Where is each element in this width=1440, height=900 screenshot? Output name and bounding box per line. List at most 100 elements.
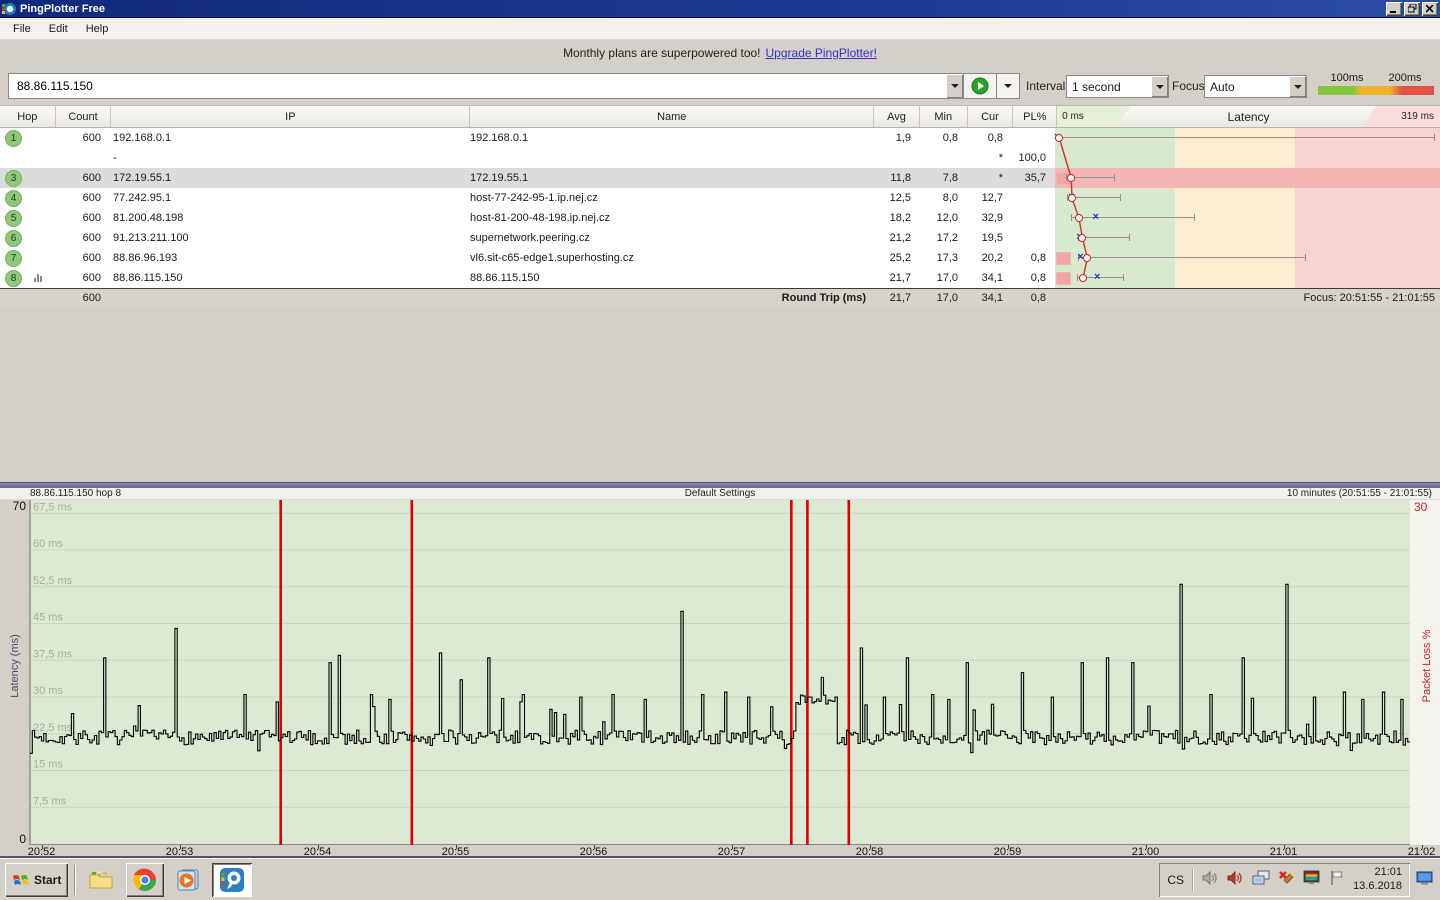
col-hop[interactable]: Hop xyxy=(0,106,56,127)
legend-100ms: 100ms xyxy=(1330,72,1363,84)
cur-cell: * xyxy=(967,168,1012,188)
col-ip[interactable]: IP xyxy=(111,106,470,127)
tray-date: 13.6.2018 xyxy=(1353,880,1402,893)
play-icon xyxy=(971,77,989,95)
focus-range-text: Focus: 20:51:55 - 21:01:55 xyxy=(1055,289,1440,307)
cur-cell: 32,9 xyxy=(967,208,1012,228)
quick-launch-folder[interactable] xyxy=(82,863,122,897)
latency-graph-cell[interactable] xyxy=(1055,148,1440,168)
ip-cell: 88.86.96.193 xyxy=(110,248,470,268)
media-player-icon xyxy=(175,868,201,892)
ip-cell: 88.86.115.150 xyxy=(110,268,470,288)
current-latency-marker: × xyxy=(1093,211,1099,223)
tray-clock[interactable]: 21:01 13.6.2018 xyxy=(1353,866,1402,892)
svg-text:15 ms: 15 ms xyxy=(33,759,63,771)
menu-help[interactable]: Help xyxy=(77,20,118,38)
col-pl[interactable]: PL% xyxy=(1013,106,1057,127)
time-tick-label: 20:52 xyxy=(28,846,56,858)
speaker-muted-icon[interactable] xyxy=(1202,870,1219,889)
cur-cell: 12,7 xyxy=(967,188,1012,208)
latency-graph-cell[interactable]: × xyxy=(1055,268,1440,288)
hop-badge: 5 xyxy=(5,210,22,227)
close-button[interactable] xyxy=(1422,2,1438,16)
hop-badge: 6 xyxy=(5,230,22,247)
menu-file[interactable]: File xyxy=(4,20,40,38)
speaker-icon[interactable] xyxy=(1227,870,1244,889)
summary-pl: 0,8 xyxy=(1012,289,1055,307)
flag-icon[interactable] xyxy=(1329,870,1345,889)
latency-color-legend: 100ms 200ms xyxy=(1318,72,1434,95)
latency-graph-cell[interactable]: × xyxy=(1055,128,1440,148)
start-button[interactable]: Start xyxy=(5,863,68,897)
interval-select[interactable]: 1 second xyxy=(1066,75,1169,98)
hop-number-cell: 4 xyxy=(0,188,55,208)
latency-graph-cell[interactable]: × xyxy=(1055,208,1440,228)
pl-cell xyxy=(1012,128,1055,148)
time-axis: 20:5220:5320:5420:5520:5620:5720:5820:59… xyxy=(0,845,1440,858)
col-name[interactable]: Name xyxy=(470,106,874,127)
col-avg[interactable]: Avg xyxy=(874,106,920,127)
name-cell: 88.86.115.150 xyxy=(470,268,875,288)
network-icon[interactable] xyxy=(1252,870,1270,889)
time-tick-label: 20:59 xyxy=(994,846,1022,858)
hop-row-4[interactable]: 460077.242.95.1host-77-242-95-1.ip.nej.c… xyxy=(0,188,1440,208)
cur-cell: * xyxy=(967,148,1012,168)
timeline-plot[interactable]: Latency (ms) Packet Loss % 7,5 ms15 ms22… xyxy=(0,500,1440,845)
trace-options-dropdown[interactable] xyxy=(997,73,1020,99)
time-tick-label: 21:02 xyxy=(1408,846,1436,858)
ip-cell: - xyxy=(110,148,470,168)
cur-cell: 0,8 xyxy=(967,128,1012,148)
target-input[interactable] xyxy=(15,78,946,94)
quick-launch-chrome[interactable] xyxy=(126,863,164,897)
target-dropdown-icon[interactable] xyxy=(946,74,963,98)
hop-row-7[interactable]: 760088.86.96.193vl6.sit-c65-edge1.superh… xyxy=(0,248,1440,268)
time-tick-label: 20:58 xyxy=(856,846,884,858)
count-cell: 600 xyxy=(55,248,110,268)
count-cell: 600 xyxy=(55,128,110,148)
svg-text:52,5 ms: 52,5 ms xyxy=(33,575,73,587)
start-trace-button[interactable] xyxy=(963,73,997,99)
pingplotter-icon xyxy=(219,867,245,893)
focus-select[interactable]: Auto xyxy=(1204,75,1307,98)
interval-dropdown-icon[interactable] xyxy=(1151,76,1168,97)
timeline-range[interactable]: 10 minutes (20:51:55 - 21:01:55) xyxy=(1287,488,1432,499)
menu-edit[interactable]: Edit xyxy=(40,20,77,38)
min-max-range xyxy=(1058,134,1435,141)
pl-cell xyxy=(1012,208,1055,228)
col-latency[interactable]: 0 ms Latency 319 ms xyxy=(1057,106,1440,127)
hop-row-3[interactable]: 3600172.19.55.1172.19.55.111,87,8*35,7 xyxy=(0,168,1440,188)
restore-button[interactable] xyxy=(1404,2,1420,16)
latency-timeline-chart[interactable]: 7,5 ms15 ms22,5 ms30 ms37,5 ms45 ms52,5 … xyxy=(0,500,1440,845)
cur-cell: 20,2 xyxy=(967,248,1012,268)
focus-label: Focus xyxy=(1172,79,1205,93)
timeline-settings[interactable]: Default Settings xyxy=(0,488,1440,499)
latency-graph-cell[interactable]: × xyxy=(1055,248,1440,268)
name-cell: 172.19.55.1 xyxy=(470,168,875,188)
latency-graph-cell[interactable] xyxy=(1055,168,1440,188)
latency-graph-cell[interactable]: × xyxy=(1055,228,1440,248)
svg-text:70: 70 xyxy=(13,500,27,513)
hop-row-2[interactable]: -*100,0 xyxy=(0,148,1440,168)
show-desktop-icon[interactable] xyxy=(1416,871,1434,889)
focus-dropdown-icon[interactable] xyxy=(1289,76,1306,97)
col-min[interactable]: Min xyxy=(920,106,968,127)
alert-tool-icon[interactable] xyxy=(1278,870,1295,889)
quick-launch-media-player[interactable] xyxy=(168,863,208,897)
upgrade-link[interactable]: Upgrade PingPlotter! xyxy=(766,46,877,60)
hop-row-6[interactable]: 660091.213.211.100supernetwork.peering.c… xyxy=(0,228,1440,248)
minimize-button[interactable] xyxy=(1386,2,1402,16)
avg-cell xyxy=(875,148,920,168)
title-bar: PingPlotter Free xyxy=(0,0,1440,18)
hop-row-5[interactable]: 560081.200.48.198host-81-200-48-198.ip.n… xyxy=(0,208,1440,228)
latency-graph-cell[interactable]: × xyxy=(1055,188,1440,208)
col-cur[interactable]: Cur xyxy=(968,106,1014,127)
hop-row-8[interactable]: 860088.86.115.15088.86.115.15021,717,034… xyxy=(0,268,1440,288)
language-indicator[interactable]: CS xyxy=(1167,873,1184,887)
pl-cell: 35,7 xyxy=(1012,168,1055,188)
col-count[interactable]: Count xyxy=(56,106,112,127)
taskbar-pingplotter-button[interactable] xyxy=(212,863,252,897)
target-combobox[interactable] xyxy=(8,73,964,99)
window-title: PingPlotter Free xyxy=(20,3,1384,15)
display-icon[interactable] xyxy=(1303,870,1321,889)
hop-row-1[interactable]: 1600192.168.0.1192.168.0.11,90,80,8× xyxy=(0,128,1440,148)
